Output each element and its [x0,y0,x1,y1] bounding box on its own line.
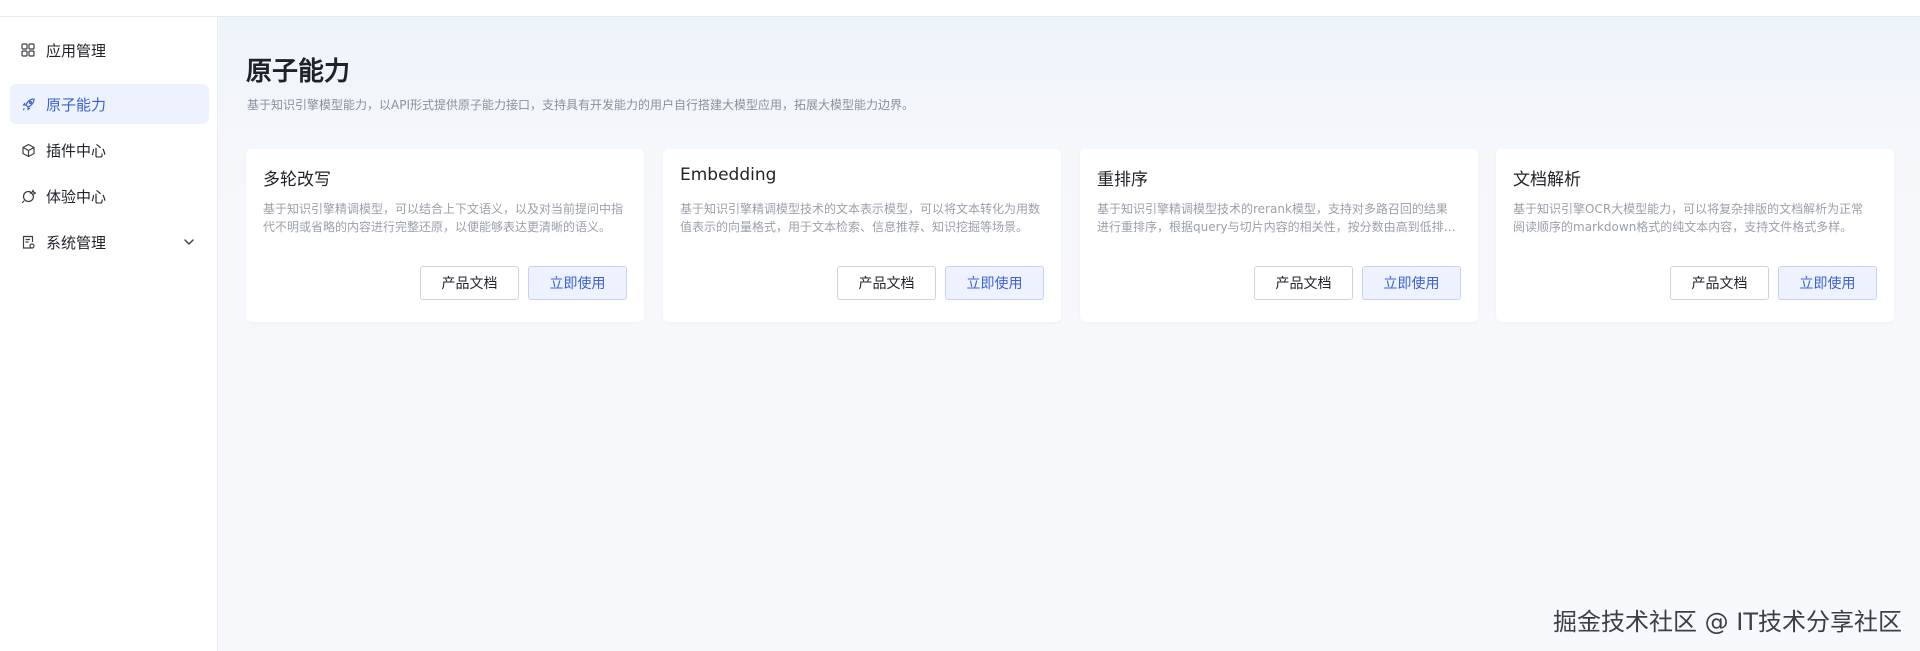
watermark: 掘金技术社区 @ IT技术分享社区 [1553,608,1902,636]
sidebar-item-label: 原子能力 [46,95,107,114]
product-doc-button[interactable]: 产品文档 [420,266,519,300]
card-description: 基于知识引擎精调模型，可以结合上下文语义，以及对当前提问中指代不明或省略的内容进… [263,202,624,234]
card-title: 文档解析 [1513,170,1581,190]
chevron-down-icon[interactable] [181,234,197,250]
settings-doc-icon [20,234,36,250]
use-now-button[interactable]: 立即使用 [1362,266,1461,300]
grid-icon [20,42,36,58]
sidebar-item-label: 应用管理 [46,41,107,60]
sidebar-item-experience-center[interactable]: 体验中心 [10,176,209,216]
card-title: 重排序 [1097,170,1148,190]
chat-icon [20,188,36,204]
product-doc-button[interactable]: 产品文档 [837,266,936,300]
capability-card-rerank: 重排序 基于知识引擎精调模型技术的rerank模型，支持对多路召回的结果进行重排… [1080,149,1478,322]
cube-icon [20,142,36,158]
sidebar-item-label: 系统管理 [46,233,107,252]
sidebar-item-plugin-center[interactable]: 插件中心 [10,130,209,170]
use-now-button[interactable]: 立即使用 [1778,266,1877,300]
use-now-button[interactable]: 立即使用 [528,266,627,300]
sidebar-item-system-management[interactable]: 系统管理 [10,222,209,262]
card-description: 基于知识引擎精调模型技术的文本表示模型，可以将文本转化为用数值表示的向量格式，用… [680,202,1041,234]
sidebar-item-atomic-capabilities[interactable]: 原子能力 [10,84,209,124]
product-doc-button[interactable]: 产品文档 [1254,266,1353,300]
use-now-button[interactable]: 立即使用 [945,266,1044,300]
page-title: 原子能力 [246,57,351,87]
capability-card-rewrite: 多轮改写 基于知识引擎精调模型，可以结合上下文语义，以及对当前提问中指代不明或省… [246,149,644,322]
main-content: 原子能力 基于知识引擎模型能力，以API形式提供原子能力接口，支持具有开发能力的… [219,17,1920,651]
capability-card-embedding: Embedding 基于知识引擎精调模型技术的文本表示模型，可以将文本转化为用数… [663,149,1061,322]
card-title: Embedding [680,165,777,185]
sidebar: 应用管理 原子能力 插件中心 体验中心 系统管理 [0,17,218,651]
sidebar-item-label: 插件中心 [46,141,107,160]
page-description: 基于知识引擎模型能力，以API形式提供原子能力接口，支持具有开发能力的用户自行搭… [247,98,914,112]
card-description: 基于知识引擎OCR大模型能力，可以将复杂排版的文档解析为正常阅读顺序的markd… [1513,202,1864,234]
card-description: 基于知识引擎精调模型技术的rerank模型，支持对多路召回的结果进行重排序，根据… [1097,202,1448,234]
product-doc-button[interactable]: 产品文档 [1670,266,1769,300]
sidebar-item-app-management[interactable]: 应用管理 [10,30,209,70]
sidebar-item-label: 体验中心 [46,187,107,206]
capability-card-doc-parse: 文档解析 基于知识引擎OCR大模型能力，可以将复杂排版的文档解析为正常阅读顺序的… [1496,149,1894,322]
rocket-icon [20,96,36,112]
top-bar [0,0,1920,17]
card-title: 多轮改写 [263,170,331,190]
